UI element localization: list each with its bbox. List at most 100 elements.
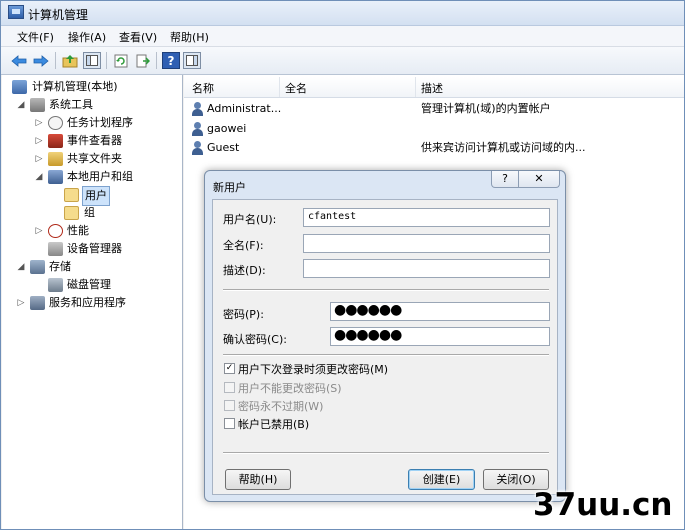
toolbar-separator [55, 52, 56, 69]
password-never-expires-checkbox[interactable] [224, 400, 235, 411]
folder-icon [64, 206, 79, 220]
refresh-icon[interactable] [112, 52, 130, 69]
tree-item-label: 磁盘管理 [67, 278, 111, 291]
user-name: Guest [207, 141, 240, 154]
tree-item-label: 任务计划程序 [67, 116, 133, 129]
computer-management-icon [8, 5, 24, 19]
menu-action[interactable]: 操作(A) [68, 29, 106, 45]
toolbar-separator [156, 52, 157, 69]
username-input[interactable]: cfantest [303, 208, 550, 227]
dialog-title: 新用户 [213, 181, 246, 194]
user-name: gaowei [207, 122, 247, 135]
tree-item-label: 服务和应用程序 [49, 296, 126, 309]
title-bar: 计算机管理 [1, 1, 684, 26]
back-arrow-icon[interactable] [10, 52, 28, 69]
cannot-change-password-checkbox[interactable] [224, 382, 235, 393]
column-divider[interactable] [415, 77, 416, 97]
column-description[interactable]: 描述 [421, 80, 443, 96]
must-change-password-checkbox[interactable]: ✓ [224, 363, 235, 374]
tree-item-label: 事件查看器 [67, 134, 122, 147]
shared-folders-icon [48, 152, 63, 166]
device-manager-icon [48, 242, 63, 256]
new-user-dialog: 新用户 ? ✕ 用户名(U): cfantest 全名(F): 描述(D): 密… [204, 170, 566, 502]
forward-arrow-icon[interactable] [32, 52, 50, 69]
tree-item-label: 共享文件夹 [67, 152, 122, 165]
password-input[interactable]: ●●●●●● [330, 302, 550, 321]
create-button[interactable]: 创建(E) [408, 469, 475, 490]
tree-item-label: 计算机管理(本地) [32, 80, 118, 93]
user-description: 供来宾访问计算机或访问域的内... [421, 141, 586, 154]
task-scheduler-icon [48, 116, 63, 130]
password-label: 密码(P): [223, 308, 264, 321]
dialog-help-button[interactable]: ? [491, 171, 519, 188]
disk-management-icon [48, 278, 63, 292]
list-item[interactable]: gaowei [184, 120, 684, 138]
user-name: Administrat... [207, 102, 282, 115]
help-button[interactable]: 帮助(H) [225, 469, 291, 490]
password-never-expires-label[interactable]: 密码永不过期(W) [238, 398, 323, 414]
toolbar: ? [1, 47, 684, 75]
expand-arrow-icon[interactable]: ◢ [16, 258, 26, 276]
performance-icon [48, 224, 63, 238]
fullname-input[interactable] [303, 234, 550, 253]
dialog-body: 用户名(U): cfantest 全名(F): 描述(D): 密码(P): ●●… [212, 199, 558, 495]
list-item[interactable]: Administrat... 管理计算机(域)的内置帐户 [184, 100, 684, 118]
user-icon [191, 102, 204, 116]
folder-icon [64, 188, 79, 202]
services-apps-icon [30, 296, 45, 310]
collapse-arrow-icon[interactable]: ▷ [16, 294, 26, 312]
collapse-arrow-icon[interactable]: ▷ [34, 222, 44, 240]
must-change-password-label[interactable]: 用户下次登录时须更改密码(M) [238, 361, 388, 377]
column-divider[interactable] [279, 77, 280, 97]
user-description: 管理计算机(域)的内置帐户 [421, 102, 551, 115]
dialog-close-button[interactable]: ✕ [518, 171, 560, 188]
menu-bar: 文件(F) 操作(A) 查看(V) 帮助(H) [1, 26, 684, 47]
list-header: 名称 全名 描述 [184, 77, 684, 98]
tree-item-label: 用户 [82, 186, 110, 206]
toolbar-separator [106, 52, 107, 69]
menu-view[interactable]: 查看(V) [119, 29, 157, 45]
list-item[interactable]: Guest 供来宾访问计算机或访问域的内... [184, 139, 684, 157]
confirm-password-input[interactable]: ●●●●●● [330, 327, 550, 346]
menu-file[interactable]: 文件(F) [17, 29, 54, 45]
collapse-arrow-icon[interactable]: ▷ [34, 150, 44, 168]
user-icon [191, 141, 204, 155]
user-icon [191, 122, 204, 136]
site-watermark: 37uu.cn [533, 487, 673, 523]
help-icon[interactable]: ? [162, 52, 180, 69]
console-tree: 计算机管理(本地) ◢ 系统工具 ▷ 任务计划程序 ▷ 事件查看器 ▷ 共享文件… [2, 75, 183, 529]
tree-item-label: 系统工具 [49, 98, 93, 111]
show-hide-tree-icon[interactable] [83, 52, 101, 69]
column-name[interactable]: 名称 [192, 80, 214, 96]
computer-management-icon [12, 80, 27, 94]
column-fullname[interactable]: 全名 [285, 80, 307, 96]
expand-arrow-icon[interactable]: ◢ [34, 168, 44, 186]
separator [223, 354, 549, 356]
action-pane-icon[interactable] [183, 52, 201, 69]
event-viewer-icon [48, 134, 63, 148]
account-disabled-checkbox[interactable] [224, 418, 235, 429]
tree-item-label: 性能 [67, 224, 89, 237]
expand-arrow-icon[interactable]: ◢ [16, 96, 26, 114]
collapse-arrow-icon[interactable]: ▷ [34, 114, 44, 132]
storage-icon [30, 260, 45, 274]
up-folder-icon[interactable] [61, 52, 79, 69]
local-users-groups-icon [48, 170, 63, 184]
collapse-arrow-icon[interactable]: ▷ [34, 132, 44, 150]
tree-item-label: 存储 [49, 260, 71, 273]
tree-item-label: 设备管理器 [67, 242, 122, 255]
username-label: 用户名(U): [223, 213, 277, 226]
tree-item-label: 组 [84, 206, 95, 219]
description-input[interactable] [303, 259, 550, 278]
separator [223, 452, 549, 454]
account-disabled-label[interactable]: 帐户已禁用(B) [238, 416, 309, 432]
menu-help[interactable]: 帮助(H) [170, 29, 209, 45]
confirm-password-label: 确认密码(C): [223, 333, 287, 346]
tree-item-label: 本地用户和组 [67, 170, 133, 183]
export-list-icon[interactable] [134, 52, 152, 69]
window-title: 计算机管理 [28, 8, 89, 22]
computer-management-window: 计算机管理 文件(F) 操作(A) 查看(V) 帮助(H) ? 计算机管理(本地… [0, 0, 685, 530]
cannot-change-password-label[interactable]: 用户不能更改密码(S) [238, 380, 342, 396]
separator [223, 289, 549, 291]
description-label: 描述(D): [223, 264, 266, 277]
